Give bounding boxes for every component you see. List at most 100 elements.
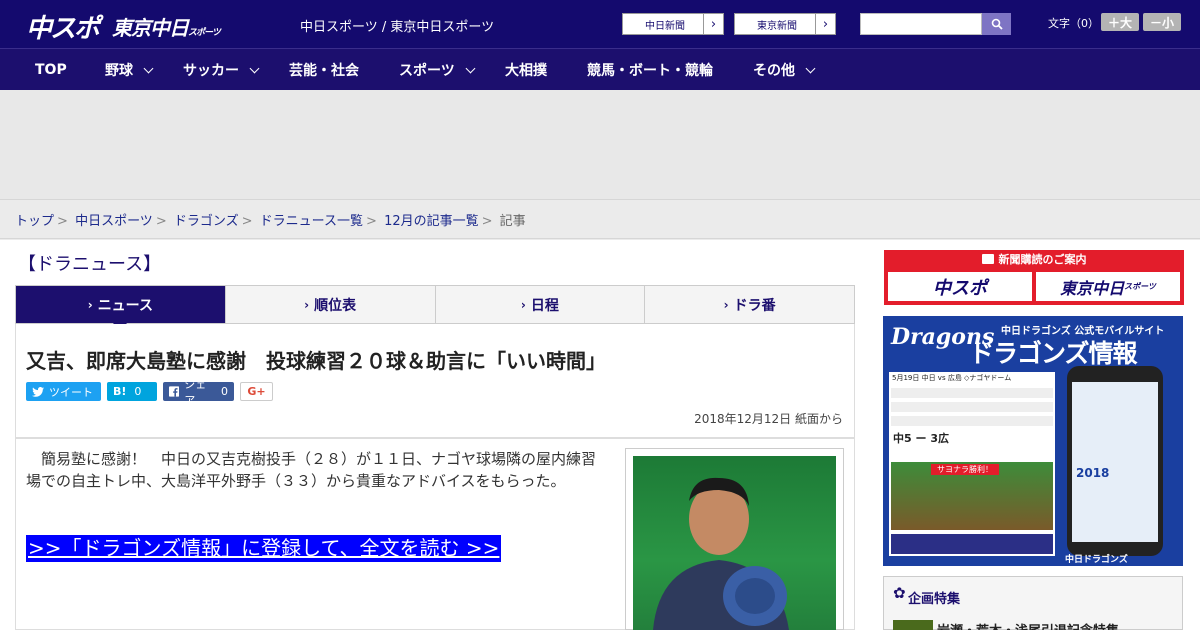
nav-label: 野球 — [105, 63, 133, 79]
nav-label: 競馬・ボート・競輪 — [587, 63, 713, 79]
chevron-down-icon — [249, 63, 260, 73]
chevron-down-icon — [805, 63, 816, 73]
search-input[interactable] — [860, 13, 982, 35]
news-tabs: › ニュース › 順位表 › 日程 › ドラ番 — [15, 285, 855, 331]
dragons-mobile-site-banner[interactable]: Dragons 中日ドラゴンズ 公式モバイルサイト ドラゴンズ情報 5月19日 … — [883, 316, 1183, 566]
game-info: 5月19日 中日 vs 広島 ◇ナゴヤドーム — [892, 374, 1012, 382]
section-title: 【ドラニュース】 — [18, 254, 162, 275]
tab-doraban[interactable]: › ドラ番 — [645, 286, 854, 323]
phone-year: 2018 — [1076, 466, 1110, 480]
dragons-footer: 中日ドラゴンズ — [1065, 555, 1128, 565]
nav-label: 大相撲 — [505, 63, 547, 79]
chevron-right-icon: › — [87, 297, 93, 312]
chunspo-logo[interactable]: 中スポ — [26, 8, 100, 45]
nav-item-other[interactable]: その他 — [753, 49, 816, 91]
breadcrumb-chunichi-sports[interactable]: 中日スポーツ — [75, 214, 153, 229]
nav-item-entertainment[interactable]: 芸能・社会 — [289, 49, 359, 91]
subscribe-tokyo-chunichi-button[interactable]: 東京中日 スポーツ — [1036, 272, 1180, 301]
field-graphic: サヨナラ勝利！ — [891, 462, 1053, 530]
search-icon — [991, 18, 1003, 30]
tokyo-chunichi-logo[interactable]: 東京中日スポーツ — [112, 12, 221, 41]
nav-label: TOP — [35, 62, 67, 78]
sayonara-badge: サヨナラ勝利！ — [931, 464, 999, 475]
breadcrumb-dragons[interactable]: ドラゴンズ — [174, 214, 239, 229]
tab-schedule[interactable]: › 日程 — [436, 286, 646, 323]
google-plus-button[interactable]: G+ — [240, 382, 273, 401]
facebook-count: 0 — [221, 385, 228, 398]
breadcrumb-separator: > — [241, 214, 253, 229]
subscribe-chunspo-button[interactable]: 中スポ — [888, 272, 1032, 301]
google-plus-icon: G+ — [247, 385, 266, 398]
breadcrumb-separator: > — [481, 214, 493, 229]
font-smaller-button[interactable]: －小 — [1143, 13, 1181, 31]
tab-label: 順位表 — [314, 297, 357, 314]
ad-banner-area — [0, 90, 1200, 200]
tokyo-shimbun-link[interactable]: 東京新聞 › — [734, 13, 836, 35]
hatena-bookmark-button[interactable]: B! 0 — [107, 382, 157, 401]
facebook-icon — [169, 386, 180, 397]
feature-item-link[interactable]: 岩瀬・荒木・浅尾引退記念特集 — [937, 620, 1119, 630]
breadcrumb-dora-news[interactable]: ドラニュース一覧 — [260, 214, 363, 229]
nav-item-sumo[interactable]: 大相撲 — [505, 49, 547, 91]
article-body-text: 簡易塾に感謝！ 中日の又吉克樹投手（２８）が１１日、ナゴヤ球場隣の屋内練習場での… — [26, 450, 597, 490]
nav-label: サッカー — [183, 63, 239, 79]
breadcrumb: トップ > 中日スポーツ > ドラゴンズ > ドラニュース一覧 > 12月の記事一覧 > … — [0, 200, 1200, 239]
tweet-button[interactable]: ツイート — [26, 382, 101, 401]
main-nav: TOP 野球 サッカー 芸能・社会 スポーツ 大相撲 競馬・ボート・競輪 その他 — [0, 48, 1200, 90]
read-more-link[interactable]: >>「ドラゴンズ情報」に登録して、全文を読む >> — [26, 535, 502, 562]
feature-thumbnail[interactable] — [893, 620, 933, 630]
nav-label: その他 — [753, 63, 795, 79]
chunichi-shimbun-link[interactable]: 中日新聞 › — [622, 13, 724, 35]
subscription-title: 新聞購読のご案内 — [884, 251, 1184, 267]
tab-label: ニュース — [97, 297, 153, 314]
tweet-label: ツイート — [49, 385, 93, 399]
tab-label: 日程 — [530, 297, 559, 314]
chevron-right-icon: › — [815, 14, 835, 34]
twitter-icon — [32, 386, 44, 397]
breadcrumb-separator: > — [57, 214, 68, 229]
chevron-right-icon: › — [703, 14, 723, 34]
breadcrumb-separator: > — [155, 214, 167, 229]
tokyo-logo-small: スポーツ — [188, 28, 221, 38]
nav-item-soccer[interactable]: サッカー — [183, 49, 260, 91]
tab-standings[interactable]: › 順位表 — [226, 286, 436, 323]
tokyo-logo-text: 東京中日 — [112, 16, 189, 40]
nav-label: 芸能・社会 — [289, 63, 359, 79]
font-size-label: 文字（0） — [1048, 17, 1099, 30]
article-photo[interactable] — [633, 456, 836, 630]
chevron-right-icon: › — [520, 297, 526, 312]
breadcrumb-top[interactable]: トップ — [15, 214, 54, 229]
search-button[interactable] — [982, 13, 1011, 35]
facebook-label: シェア — [184, 377, 207, 407]
subscribe-tokyo-small: スポーツ — [1124, 282, 1156, 291]
nav-item-baseball[interactable]: 野球 — [105, 49, 154, 91]
article-headline: 又吉、即席大島塾に感謝 投球練習２０球＆助言に「いい時間」 — [26, 349, 606, 373]
feature-title: 企画特集 — [908, 592, 961, 607]
top-header: 中スポ 東京中日スポーツ 中日スポーツ / 東京中日スポーツ 中日新聞 › 東京… — [0, 0, 1200, 48]
font-bigger-button[interactable]: ＋大 — [1101, 13, 1139, 31]
game-score: 中5 ー 3広 — [893, 432, 949, 445]
nav-item-top[interactable]: TOP — [35, 49, 67, 91]
breadcrumb-current: 記事 — [499, 214, 526, 229]
site-description: 中日スポーツ / 東京中日スポーツ — [300, 20, 495, 35]
subscribe-tokyo-text: 東京中日 — [1060, 278, 1125, 298]
hatena-count: 0 — [134, 385, 142, 398]
newspaper-subscription-banner[interactable]: 新聞購読のご案内 中スポ 東京中日 スポーツ — [884, 250, 1184, 305]
chevron-right-icon: › — [723, 297, 729, 312]
chevron-down-icon — [465, 63, 476, 73]
nav-item-sports[interactable]: スポーツ — [399, 49, 476, 91]
chunichi-link-label: 中日新聞 — [645, 20, 685, 32]
tab-news[interactable]: › ニュース — [16, 286, 226, 331]
nav-label: スポーツ — [399, 63, 455, 79]
hatena-icon: B! — [113, 385, 127, 398]
dragons-title: ドラゴンズ情報 — [969, 339, 1138, 368]
facebook-share-button[interactable]: シェア 0 — [163, 378, 234, 407]
nav-item-keiba[interactable]: 競馬・ボート・競輪 — [587, 49, 713, 91]
chevron-down-icon — [143, 63, 154, 73]
ribbon-icon: ✿ — [893, 584, 906, 602]
breadcrumb-december[interactable]: 12月の記事一覧 — [384, 214, 479, 229]
menu-strip — [891, 534, 1053, 554]
subscription-title-text: 新聞購読のご案内 — [998, 253, 1087, 266]
article-date: 2018年12月12日 紙面から — [694, 412, 843, 426]
phone-graphic: 2018 — [1067, 366, 1163, 556]
